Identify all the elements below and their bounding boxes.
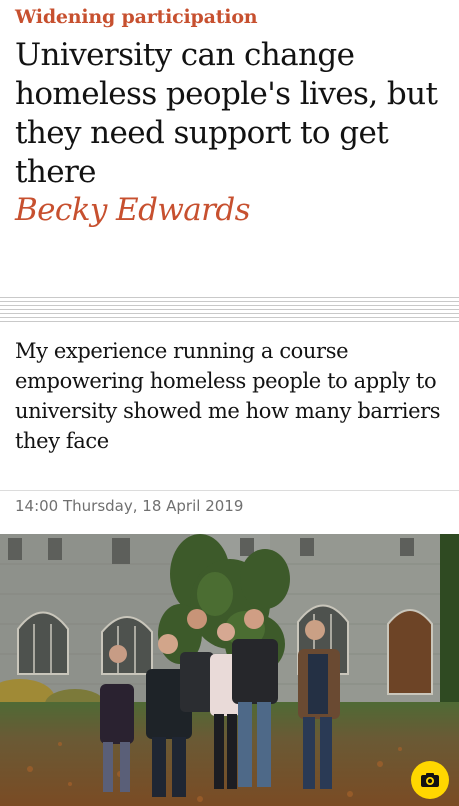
article-headline: University can change homeless people's … [15,37,438,190]
publish-dateline: 14:00 Thursday, 18 April 2019 [15,497,244,515]
camera-icon [421,773,439,787]
article-photo[interactable] [0,534,459,806]
divider [0,490,459,491]
article-standfirst: My experience running a course empowerin… [15,339,441,453]
section-divider-rules [0,297,459,323]
photo-caption-button[interactable] [411,761,449,799]
section-kicker[interactable]: Widening participation [15,6,258,28]
group-photo-image [0,534,459,806]
author-byline[interactable]: Becky Edwards [15,192,251,228]
